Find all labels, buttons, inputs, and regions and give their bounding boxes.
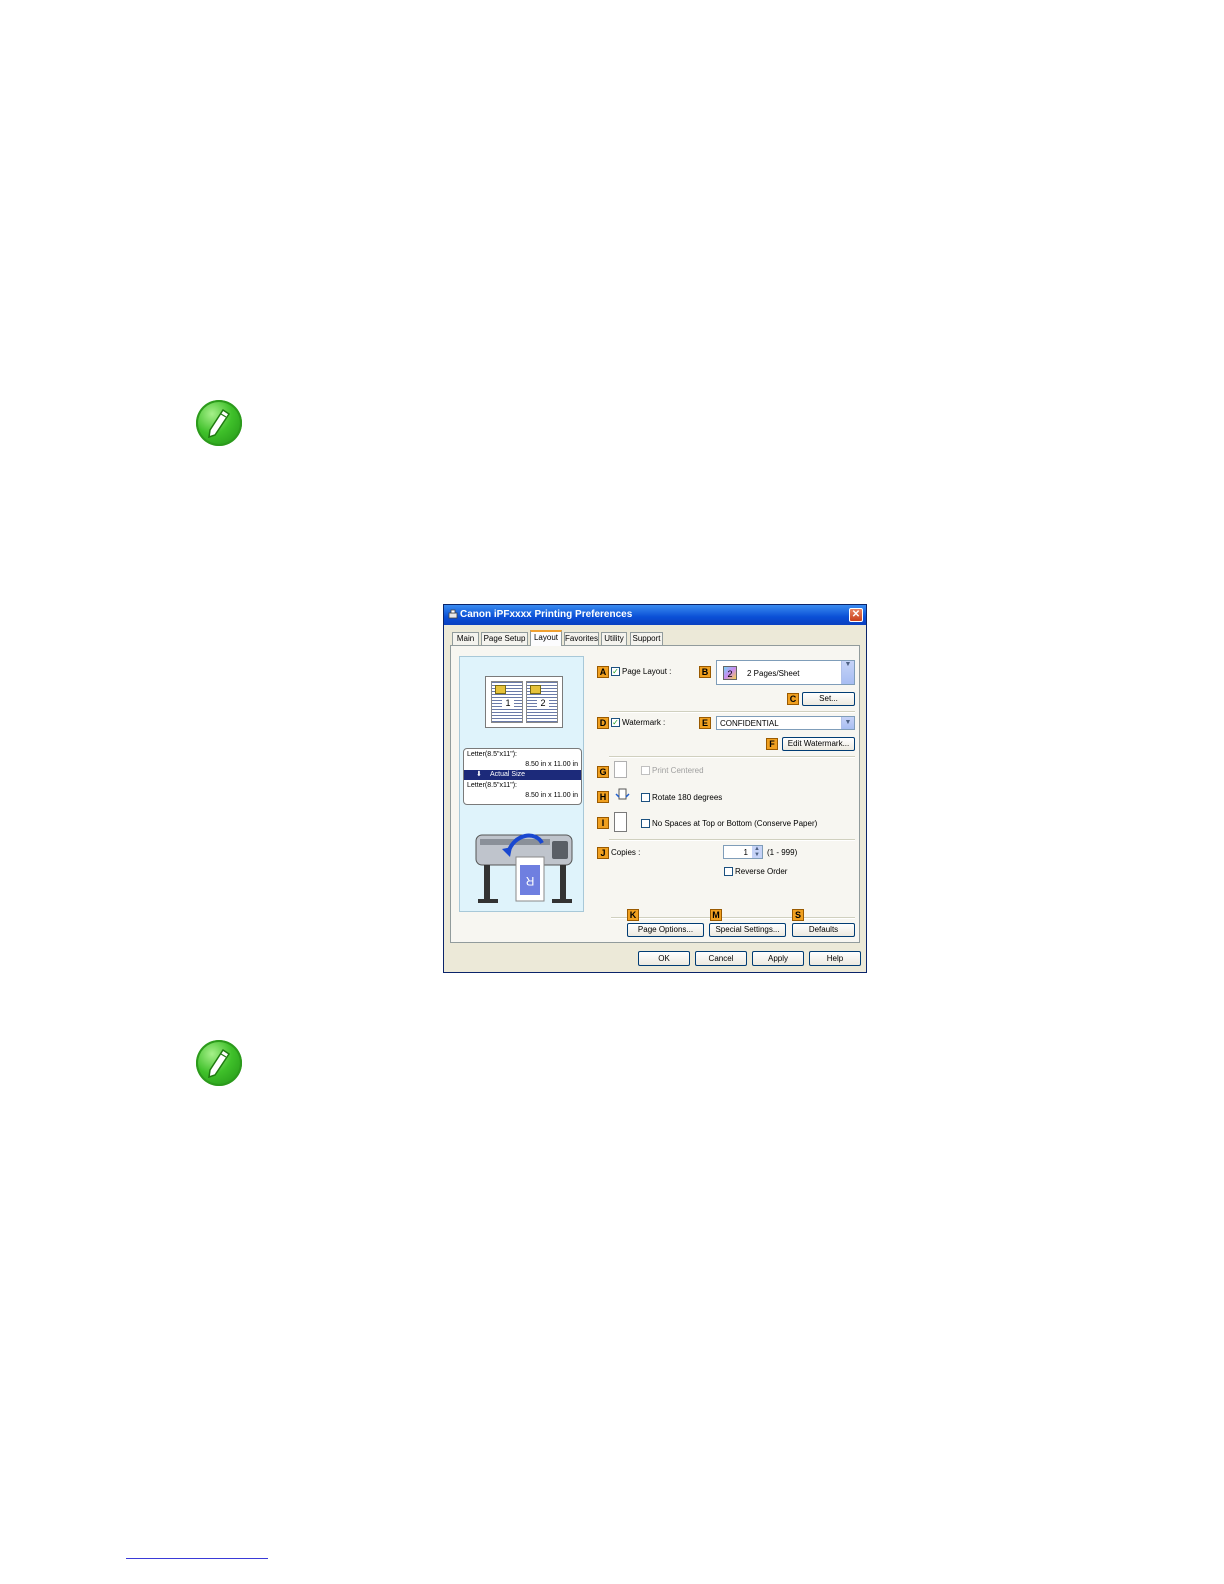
copies-stepper[interactable]: 1 ▲ ▼ bbox=[723, 845, 763, 859]
page-image-icon bbox=[530, 685, 541, 694]
apply-button[interactable]: Apply bbox=[752, 951, 804, 966]
close-button[interactable]: ✕ bbox=[849, 608, 863, 622]
cancel-button[interactable]: Cancel bbox=[695, 951, 747, 966]
marker-g: G bbox=[597, 766, 609, 778]
tab-favorites[interactable]: Favorites bbox=[564, 632, 599, 645]
rotate-checkbox[interactable] bbox=[641, 793, 650, 802]
special-settings-button[interactable]: Special Settings... bbox=[709, 923, 786, 937]
copies-value: 1 bbox=[743, 848, 748, 857]
defaults-button[interactable]: Defaults bbox=[792, 923, 855, 937]
pages-per-sheet-icon: 2 bbox=[723, 666, 737, 680]
marker-e: E bbox=[699, 717, 711, 729]
reverse-order-checkbox[interactable] bbox=[724, 867, 733, 876]
watermark-select[interactable]: CONFIDENTIAL ▼ bbox=[716, 716, 855, 730]
conserve-paper-icon bbox=[614, 812, 627, 832]
print-centered-label: Print Centered bbox=[652, 766, 704, 775]
layout-tab-panel: 1 2 Letter(8.5"x11"): 8.50 in x 11.00 in… bbox=[450, 645, 860, 943]
page-thumbnail: 2 bbox=[526, 681, 558, 723]
marker-b: B bbox=[699, 666, 711, 678]
edit-watermark-button[interactable]: Edit Watermark... bbox=[782, 737, 855, 751]
output-dimensions: 8.50 in x 11.00 in bbox=[525, 792, 578, 799]
marker-j: J bbox=[597, 847, 609, 859]
watermark-checkbox[interactable]: ✓ bbox=[611, 718, 620, 727]
marker-c: C bbox=[787, 693, 799, 705]
down-arrow-icon: ⬇ bbox=[476, 771, 482, 778]
marker-k: K bbox=[627, 909, 639, 921]
set-button[interactable]: Set... bbox=[802, 692, 855, 706]
copies-range: (1 - 999) bbox=[767, 848, 798, 857]
printed-page-letter: R bbox=[525, 874, 534, 888]
rotate-label: Rotate 180 degrees bbox=[652, 793, 723, 802]
page-layout-label: Page Layout : bbox=[622, 667, 672, 676]
scale-bar: ⬇ Actual Size bbox=[464, 770, 581, 780]
note-pencil-icon bbox=[196, 1040, 242, 1086]
page-options-button[interactable]: Page Options... bbox=[627, 923, 704, 937]
source-size-label: Letter(8.5"x11"): bbox=[467, 751, 517, 758]
page-layout-checkbox[interactable]: ✓ bbox=[611, 667, 620, 676]
watermark-value: CONFIDENTIAL bbox=[720, 719, 779, 728]
marker-i: I bbox=[597, 817, 609, 829]
separator bbox=[611, 917, 855, 919]
scale-label: Actual Size bbox=[490, 771, 526, 778]
tab-utility[interactable]: Utility bbox=[601, 632, 627, 645]
dialog-titlebar[interactable]: Canon iPFxxxx Printing Preferences ✕ bbox=[444, 605, 866, 625]
page-layout-value: 2 Pages/Sheet bbox=[747, 669, 800, 678]
no-spaces-label: No Spaces at Top or Bottom (Conserve Pap… bbox=[652, 819, 818, 828]
stepper-down-icon[interactable]: ▼ bbox=[752, 852, 762, 858]
marker-m: M bbox=[710, 909, 722, 921]
page-thumbnail: 1 bbox=[491, 681, 523, 723]
print-centered-checkbox[interactable] bbox=[641, 766, 650, 775]
large-format-printer-icon: R bbox=[475, 833, 573, 903]
watermark-label: Watermark : bbox=[622, 718, 666, 727]
printer-app-icon bbox=[448, 609, 458, 619]
paper-size-info: Letter(8.5"x11"): 8.50 in x 11.00 in ⬇ A… bbox=[463, 748, 582, 805]
source-dimensions: 8.50 in x 11.00 in bbox=[525, 761, 578, 768]
copies-label: Copies : bbox=[611, 848, 641, 857]
page-number: 1 bbox=[502, 698, 514, 709]
layout-preview: 1 2 bbox=[485, 676, 563, 728]
tab-support[interactable]: Support bbox=[630, 632, 663, 645]
dialog-title: Canon iPFxxxx Printing Preferences bbox=[460, 609, 633, 620]
separator bbox=[609, 711, 855, 713]
print-centered-icon bbox=[614, 761, 627, 778]
separator bbox=[609, 839, 855, 841]
reverse-order-label: Reverse Order bbox=[735, 867, 788, 876]
tab-layout[interactable]: Layout bbox=[530, 630, 562, 646]
page-layout-select[interactable]: 2 2 Pages/Sheet ▼ bbox=[716, 660, 855, 685]
tab-main[interactable]: Main bbox=[452, 632, 479, 645]
marker-a: A bbox=[597, 666, 609, 678]
printing-preferences-dialog: Canon iPFxxxx Printing Preferences ✕ Mai… bbox=[443, 604, 867, 973]
footer-link-underline[interactable] bbox=[126, 1558, 268, 1559]
marker-h: H bbox=[597, 791, 609, 803]
note-pencil-icon bbox=[196, 400, 242, 446]
rotate-icon bbox=[614, 788, 631, 801]
dropdown-arrow-icon: ▼ bbox=[841, 717, 854, 729]
tab-page-setup[interactable]: Page Setup bbox=[481, 632, 528, 645]
page-image-icon bbox=[495, 685, 506, 694]
help-button[interactable]: Help bbox=[809, 951, 861, 966]
page-number: 2 bbox=[537, 698, 549, 709]
marker-s: S bbox=[792, 909, 804, 921]
preview-panel: 1 2 Letter(8.5"x11"): 8.50 in x 11.00 in… bbox=[459, 656, 584, 912]
output-size-label: Letter(8.5"x11"): bbox=[467, 782, 517, 789]
separator bbox=[609, 756, 855, 758]
marker-f: F bbox=[766, 738, 778, 750]
ok-button[interactable]: OK bbox=[638, 951, 690, 966]
dropdown-arrow-icon: ▼ bbox=[841, 661, 854, 684]
marker-d: D bbox=[597, 717, 609, 729]
no-spaces-checkbox[interactable] bbox=[641, 819, 650, 828]
